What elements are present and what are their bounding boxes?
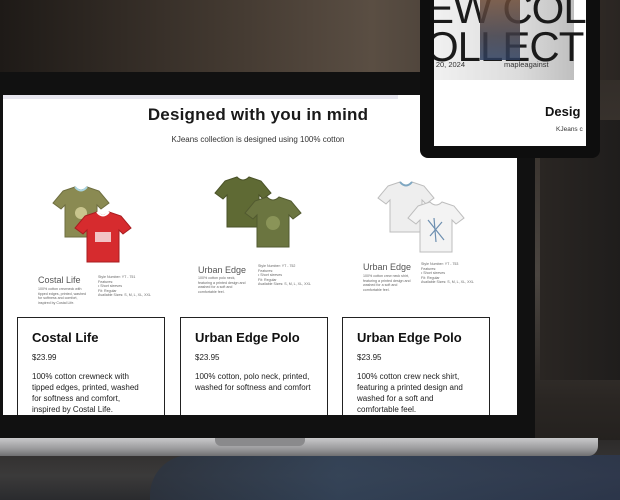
product-description: 100% cotton, polo neck, printed, washed … [195,372,311,392]
product-image-blurb: 100% cotton crewneck with tipped edges, … [38,287,86,305]
background-jeans [150,455,620,500]
tablet-screen: EW COLL OLLECTIC s 20, 2024 mapleagainst… [434,0,586,146]
product-description: 100% cotton crew neck shirt, featuring a… [357,372,463,414]
tablet-hero-model-photo [480,0,520,60]
laptop-notch [215,438,305,446]
product-image-specs: Style Number: YT - 752 Features: • Short… [258,264,311,287]
product-name: Urban Edge Polo [195,330,300,345]
product-image-urban-edge[interactable]: Urban Edge Style Number: YT - 752 Featur… [198,170,333,300]
product-image-urban-edge-white[interactable]: Urban Edge Style Number: YT - 753 Featur… [361,175,496,300]
product-image-label: Urban Edge [363,262,412,272]
tablet-section-heading: Desig [545,104,581,119]
product-image-costal-life[interactable]: Costal Life Style Number: YT - 751 Featu… [38,180,178,305]
product-image-specs: Style Number: YT - 753 Features: • Short… [421,262,474,285]
nav-bar-edge [3,95,398,99]
tablet-section-subtext: KJeans c [556,126,583,133]
tablet-post-date: s 20, 2024 [434,60,466,69]
white-printed-tshirt-icon [407,201,465,253]
product-image-specs: Style Number: YT - 751 Features: • Short… [98,275,151,298]
tablet-post-author[interactable]: mapleagainst [504,60,549,69]
product-description: 100% cotton crewneck with tipped edges, … [32,372,139,414]
product-image-blurb: 100% cotton polo neck, featuring a print… [198,276,246,294]
red-tshirt-icon [74,211,132,263]
background-photo-right [540,120,620,380]
olive-printed-tshirt-icon [244,196,302,248]
product-name: Urban Edge Polo [357,330,462,345]
product-name: Costal Life [32,330,99,345]
product-image-label: Urban Edge [198,265,247,275]
product-card[interactable]: Urban Edge Polo $23.95 100% cotton, polo… [180,317,328,415]
product-price: $23.95 [357,353,382,362]
product-price: $23.95 [195,353,220,362]
product-price: $23.99 [32,353,57,362]
product-image-blurb: 100% cotton crew neck shirt, featuring a… [363,274,411,292]
product-card[interactable]: Urban Edge Polo $23.95 100% cotton crew … [342,317,490,415]
product-card[interactable]: Costal Life $23.99 100% cotton crewneck … [17,317,165,415]
product-image-label: Costal Life [38,275,81,285]
